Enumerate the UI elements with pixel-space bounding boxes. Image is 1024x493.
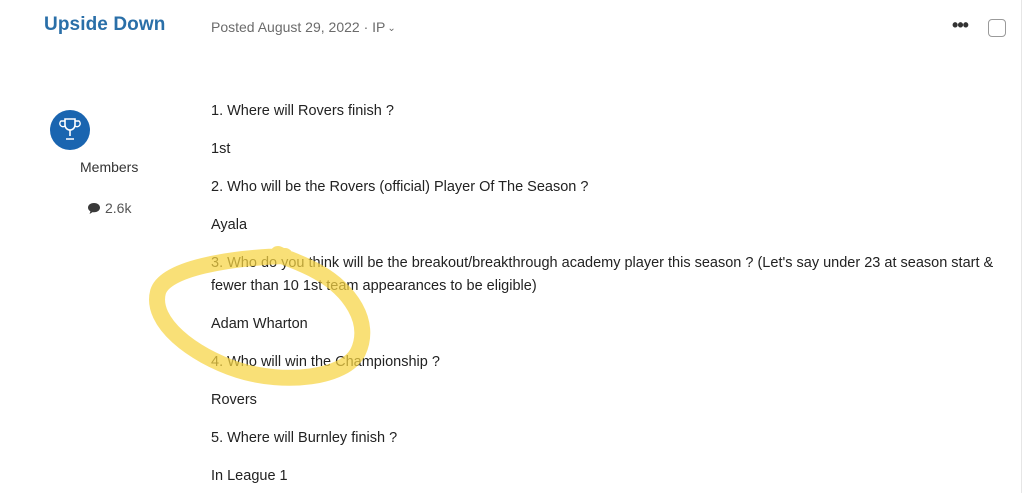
- question-3: 3. Who do you think will be the breakout…: [211, 255, 994, 294]
- answer-4: Rovers: [211, 392, 257, 408]
- post-content: 1. Where will Rovers finish ? 1st 2. Who…: [211, 100, 1001, 493]
- answer-1: 1st: [211, 141, 231, 157]
- post-count: 2.6k: [87, 200, 131, 216]
- question-5: 5. Where will Burnley finish ?: [211, 430, 398, 446]
- question-2: 2. Who will be the Rovers (official) Pla…: [211, 179, 589, 195]
- ip-menu[interactable]: IP ⌄: [372, 19, 396, 35]
- question-1: 1. Where will Rovers finish ?: [211, 103, 394, 119]
- divider: [1021, 0, 1022, 493]
- forum-post: Upside Down Posted August 29, 2022 · IP ⌄…: [0, 0, 1024, 493]
- meta-separator: ·: [363, 19, 369, 35]
- member-group: Members: [80, 159, 139, 175]
- post-count-value: 2.6k: [105, 200, 132, 216]
- author-name-link[interactable]: Upside Down: [44, 14, 165, 36]
- ellipsis-icon: •••: [952, 15, 969, 35]
- posted-date[interactable]: Posted August 29, 2022: [211, 19, 360, 35]
- more-options-button[interactable]: •••: [948, 13, 972, 37]
- question-4: 4. Who will win the Championship ?: [211, 354, 440, 370]
- avatar[interactable]: [50, 110, 90, 150]
- select-post-checkbox[interactable]: [988, 19, 1006, 37]
- chevron-down-icon: ⌄: [387, 23, 396, 34]
- speech-bubble-icon: [88, 202, 100, 214]
- answer-2: Ayala: [211, 217, 248, 233]
- post-meta: Posted August 29, 2022 · IP ⌄: [211, 19, 396, 35]
- ip-label: IP: [372, 19, 386, 35]
- answer-5: In League 1: [211, 468, 288, 484]
- trophy-icon: [59, 118, 81, 140]
- answer-3: Adam Wharton: [211, 316, 308, 332]
